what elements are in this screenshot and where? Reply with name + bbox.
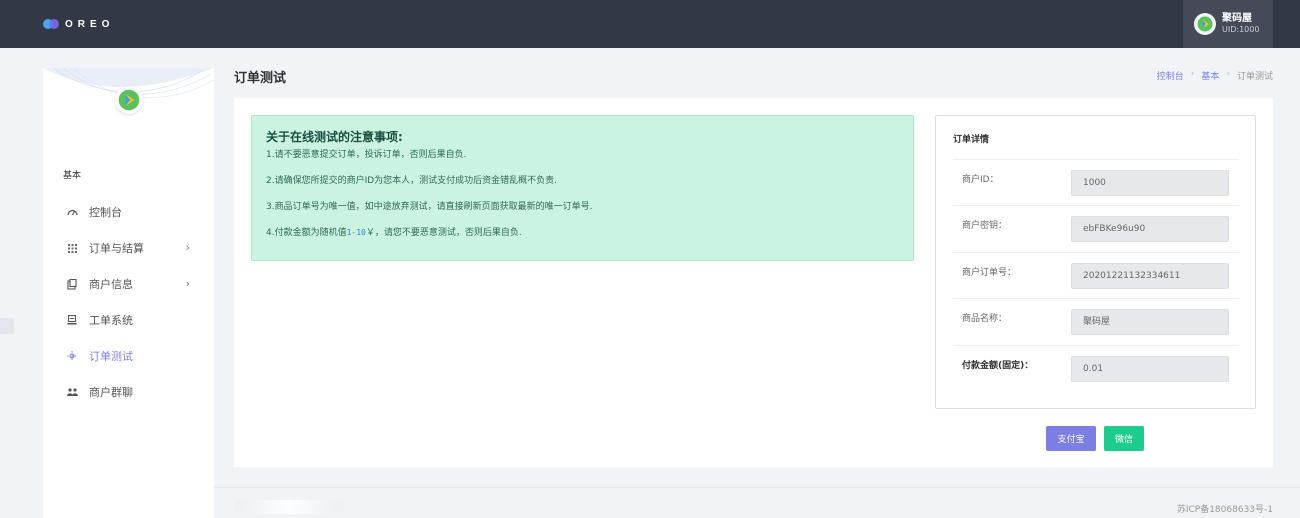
sidebar-item-tickets[interactable]: 工单系统 [43,302,214,338]
breadcrumb-link-dashboard[interactable]: 控制台 [1157,69,1184,82]
ticket-icon [65,313,79,327]
user-menu[interactable]: 聚码屋 UID:1000 [1183,0,1273,48]
play-logo-icon [118,89,140,111]
sidebar-item-dashboard[interactable]: 控制台 [43,194,214,230]
notice-line: 3.商品订单号为唯一值，如中途放弃测试，请直接刷新页面获取最新的唯一订单号. [266,202,593,212]
product-name-label: 商品名称： [962,314,1008,324]
app-logo[interactable]: OREO [43,18,114,30]
breadcrumb: 控制台 › 基本 › 订单测试 [1157,69,1273,82]
order-number-label: 商户订单号： [962,268,1017,278]
notice-line-suffix: ￥，请您不要恶意测试，否则后果自负. [365,228,522,238]
notice-line: 1.请不要恶意提交订单，投诉订单，否则后果自负. [266,150,467,160]
sidebar-item-merchant-info[interactable]: 商户信息 › [43,266,214,302]
order-detail-title: 订单详情 [953,135,990,145]
user-name: 聚码屋 [1222,13,1252,24]
sidebar-header [43,68,214,148]
group-icon [65,385,79,399]
page-title: 订单测试 [234,71,287,86]
grid-icon [65,241,79,255]
chevron-right-icon: › [185,241,190,254]
sidebar-item-label: 订单与结算 [89,242,144,255]
top-navbar: OREO 聚码屋 UID:1000 [0,0,1300,48]
merchant-key-label: 商户密钥： [962,221,1008,231]
logo-icon [43,19,59,29]
sidebar-item-label: 商户信息 [89,278,133,291]
breadcrumb-current: 订单测试 [1236,72,1273,82]
sidebar: 基本 控制台 订单与结算 › 商户信息 › 工单系统 订单测试 商户群聊 [43,68,214,518]
sidebar-item-order-test[interactable]: 订单测试 [43,338,214,374]
merchant-id-row: 商户ID： 1000 [953,159,1239,205]
product-name-field[interactable]: 聚码屋 [1071,309,1229,335]
chevron-right-icon: › [185,277,190,290]
order-detail-panel: 订单详情 商户ID： 1000 商户密钥： ebFBKe96u90 商户订单号：… [935,115,1256,409]
avatar [1194,13,1216,35]
amount-row: 付款金额(固定)： 0.01 [953,345,1239,391]
side-collapse-tab[interactable] [0,318,14,334]
notice-box: 关于在线测试的注意事项: 1.请不要恶意提交订单，投诉订单，否则后果自负. 2.… [251,115,914,261]
sidebar-item-label: 控制台 [89,206,122,219]
merchant-id-label: 商户ID： [962,175,999,185]
sidebar-section-label: 基本 [63,171,82,181]
notice-line-text: 4.付款金额为随机值 [266,228,347,238]
footer-blurred-text [234,500,344,514]
user-uid: UID:1000 [1222,25,1260,34]
wechat-pay-button[interactable]: 微信 [1104,426,1144,451]
merchant-key-row: 商户密钥： ebFBKe96u90 [953,205,1239,251]
test-icon [65,349,79,363]
sidebar-item-label: 商户群聊 [89,386,133,399]
merchant-key-field[interactable]: ebFBKe96u90 [1071,216,1229,242]
notice-line: 2.请确保您所提交的商户ID为您本人，测试支付成功后资金错乱概不负责. [266,176,558,186]
order-number-row: 商户订单号： 20201221132334611 [953,252,1239,298]
sidebar-menu: 控制台 订单与结算 › 商户信息 › 工单系统 订单测试 商户群聊 [43,194,214,410]
icp-license[interactable]: 苏ICP备18068633号-1 [1177,502,1273,515]
sidebar-item-orders[interactable]: 订单与结算 › [43,230,214,266]
notice-line: 4.付款金额为随机值1-10￥，请您不要恶意测试，否则后果自负. [266,228,899,238]
breadcrumb-separator: › [1226,69,1230,79]
main-card: 关于在线测试的注意事项: 1.请不要恶意提交订单，投诉订单，否则后果自负. 2.… [234,98,1273,467]
amount-field[interactable]: 0.01 [1071,356,1229,382]
play-logo-icon [1197,16,1213,32]
breadcrumb-link-basic[interactable]: 基本 [1201,69,1219,82]
sidebar-item-label: 订单测试 [89,350,133,363]
amount-range-code: 1-10 [346,228,366,237]
merchant-id-field[interactable]: 1000 [1071,170,1229,196]
sidebar-item-group-chat[interactable]: 商户群聊 [43,374,214,410]
order-number-field[interactable]: 20201221132334611 [1071,263,1229,289]
sidebar-item-label: 工单系统 [89,314,133,327]
footer-divider [214,487,1300,488]
alipay-button[interactable]: 支付宝 [1046,426,1096,451]
site-logo [115,86,143,114]
dashboard-icon [65,205,79,219]
amount-label: 付款金额(固定)： [962,361,1034,371]
product-name-row: 商品名称： 聚码屋 [953,298,1239,344]
notice-title: 关于在线测试的注意事项: [266,130,403,144]
breadcrumb-separator: › [1190,69,1195,79]
logo-text: OREO [65,18,115,30]
clipboard-icon [65,277,79,291]
